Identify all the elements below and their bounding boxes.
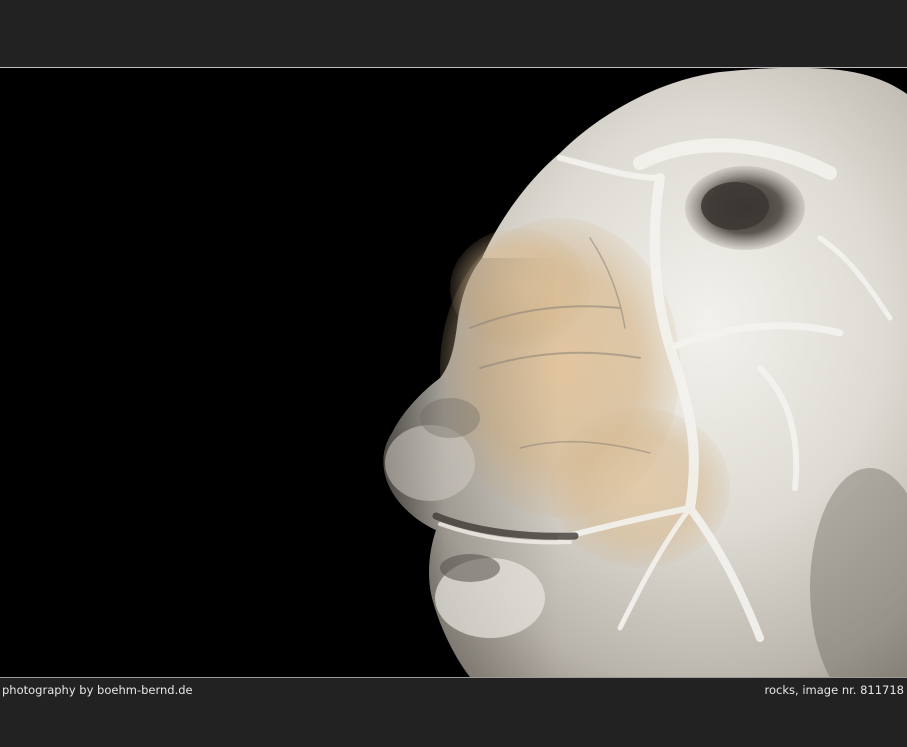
- rock-head-photo-icon: [383, 68, 907, 677]
- photographer-credit: photography by boehm-bernd.de: [2, 683, 193, 697]
- top-bar: [0, 0, 907, 67]
- image-info-label: rocks, image nr. 811718: [764, 683, 904, 697]
- photo-frame: [0, 68, 907, 677]
